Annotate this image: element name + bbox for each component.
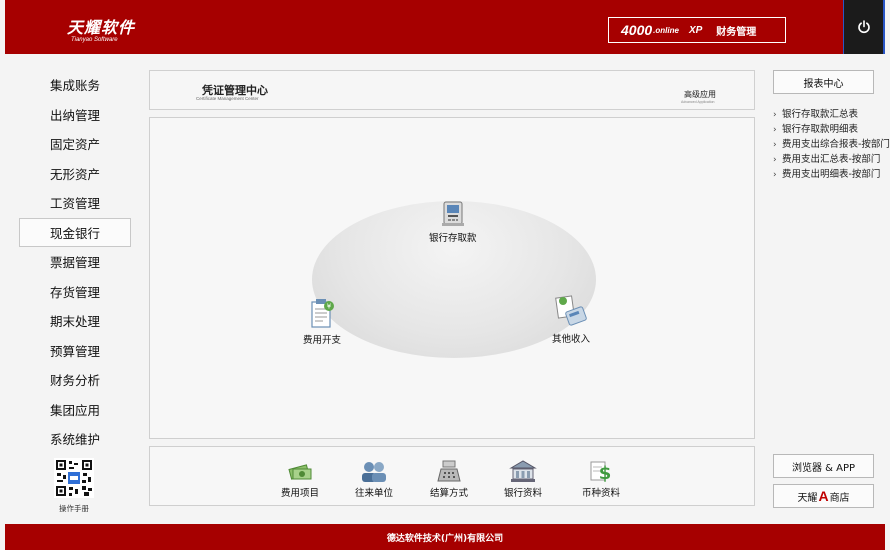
report-link-label: 银行存取款汇总表: [782, 109, 859, 120]
chevron-right-icon: ›: [773, 170, 777, 180]
bank-info-tool[interactable]: 银行资料: [504, 459, 542, 499]
logo-text: 天耀软件: [67, 18, 136, 37]
expense-items-label: 费用项目: [281, 488, 320, 499]
sidebar-item-budget[interactable]: 预算管理: [19, 336, 131, 366]
header-bar: 天耀软件 Tianyao Software 4000 .online XP 财务…: [5, 0, 885, 54]
sidebar-item-intangible-assets[interactable]: 无形资产: [19, 159, 131, 189]
product-suffix: .online: [653, 25, 679, 35]
people-icon: [362, 462, 386, 482]
product-number: 4000: [621, 22, 653, 38]
sidebar-item-system-maintenance[interactable]: 系统维护: [19, 424, 131, 454]
report-center-button[interactable]: 报表中心: [773, 70, 874, 94]
sidebar-nav: 集成账务 出纳管理 固定资产 无形资产 工资管理 现金银行 票据管理 存货管理 …: [19, 70, 131, 454]
a-shop-prefix: 天耀: [797, 492, 818, 504]
bank-deposit-label: 银行存取款: [429, 233, 477, 244]
report-link-label: 费用支出明细表-按部门: [782, 169, 881, 180]
a-shop-suffix: 商店: [829, 492, 850, 504]
settlement-method-label: 结算方式: [430, 488, 469, 499]
report-link-label: 费用支出汇总表-按部门: [782, 154, 881, 165]
report-link[interactable]: › 费用支出明细表-按部门: [773, 169, 890, 181]
sidebar-item-cash-bank[interactable]: 现金银行: [19, 217, 131, 247]
sidebar-item-cashier[interactable]: 出纳管理: [19, 100, 131, 130]
svg-text:¥: ¥: [327, 303, 332, 311]
sidebar-item-fixed-assets[interactable]: 固定资产: [19, 129, 131, 159]
product-name: 财务管理: [716, 26, 757, 38]
sidebar-item-financial-analysis[interactable]: 财务分析: [19, 365, 131, 395]
bank-deposit-node[interactable]: 银行存取款: [429, 198, 477, 244]
browser-app-button[interactable]: 浏览器 & APP: [773, 454, 874, 478]
manual-link[interactable]: 操作手册: [52, 458, 96, 514]
other-income-node[interactable]: 其他收入: [552, 293, 590, 345]
tools-panel: 费用项目 往来单位 结算方式 银行资料 $ 币种资料: [149, 446, 755, 506]
product-badge: 4000 .online XP 财务管理: [608, 17, 786, 43]
settlement-method-tool[interactable]: 结算方式: [430, 459, 468, 499]
workflow-panel: 银行存取款 ¥ 费用开支 其他收入: [149, 117, 755, 439]
qr-code-icon: [54, 458, 94, 498]
money-icon: [288, 464, 312, 480]
report-link-label: 费用支出综合报表-按部门: [782, 139, 890, 150]
other-income-label: 其他收入: [552, 334, 591, 345]
chevron-right-icon: ›: [773, 110, 777, 120]
page-subtitle: Certificate Management Center: [196, 96, 259, 101]
advanced-app-subtitle: Advanced Application: [681, 100, 715, 104]
a-shop-logo-letter: A: [818, 488, 829, 504]
a-shop-button[interactable]: 天耀 A 商店: [773, 484, 874, 508]
sidebar-item-payroll[interactable]: 工资管理: [19, 188, 131, 218]
report-link[interactable]: › 费用支出综合报表-按部门: [773, 139, 890, 151]
atm-icon: [441, 201, 464, 226]
svg-text:$: $: [599, 463, 612, 483]
contacts-label: 往来单位: [355, 488, 394, 499]
power-icon: [857, 20, 870, 34]
chevron-right-icon: ›: [773, 125, 777, 135]
report-link[interactable]: › 费用支出汇总表-按部门: [773, 154, 890, 166]
advanced-app-link[interactable]: 高级应用: [684, 89, 716, 100]
title-bar: 凭证管理中心 Certificate Management Center 高级应…: [149, 70, 755, 110]
bank-building-icon: [509, 460, 537, 482]
footer-company: 德达软件技术(广州)有限公司: [386, 533, 504, 544]
sidebar-item-period-end[interactable]: 期末处理: [19, 306, 131, 336]
sidebar-item-integrated-accounting[interactable]: 集成账务: [19, 70, 131, 100]
power-button[interactable]: [843, 0, 885, 54]
chevron-right-icon: ›: [773, 155, 777, 165]
manual-label: 操作手册: [59, 504, 89, 513]
report-link[interactable]: › 银行存取款明细表: [773, 124, 890, 136]
logo: 天耀软件 Tianyao Software: [67, 14, 135, 43]
currency-info-tool[interactable]: $ 币种资料: [582, 459, 620, 499]
dollar-icon: $: [590, 461, 612, 483]
cash-register-icon: [437, 460, 461, 482]
expense-node[interactable]: ¥ 费用开支: [303, 298, 341, 346]
footer-bar: 德达软件技术(广州)有限公司: [5, 524, 885, 550]
currency-info-label: 币种资料: [582, 488, 621, 499]
report-link-label: 银行存取款明细表: [782, 124, 859, 135]
report-list: › 银行存取款汇总表 › 银行存取款明细表 › 费用支出综合报表-按部门 › 费用支出汇…: [773, 110, 890, 185]
chevron-right-icon: ›: [773, 140, 777, 150]
report-link[interactable]: › 银行存取款汇总表: [773, 109, 890, 121]
expense-sheet-icon: ¥: [311, 299, 334, 328]
income-calculator-icon: [555, 295, 587, 326]
expense-items-tool[interactable]: 费用项目: [281, 459, 319, 499]
sidebar-item-bills[interactable]: 票据管理: [19, 247, 131, 277]
bank-info-label: 银行资料: [504, 488, 543, 499]
contacts-tool[interactable]: 往来单位: [355, 459, 393, 499]
sidebar-item-inventory[interactable]: 存货管理: [19, 277, 131, 307]
product-edition: XP: [688, 24, 703, 36]
sidebar-item-group-apps[interactable]: 集团应用: [19, 395, 131, 425]
expense-label: 费用开支: [303, 335, 342, 346]
